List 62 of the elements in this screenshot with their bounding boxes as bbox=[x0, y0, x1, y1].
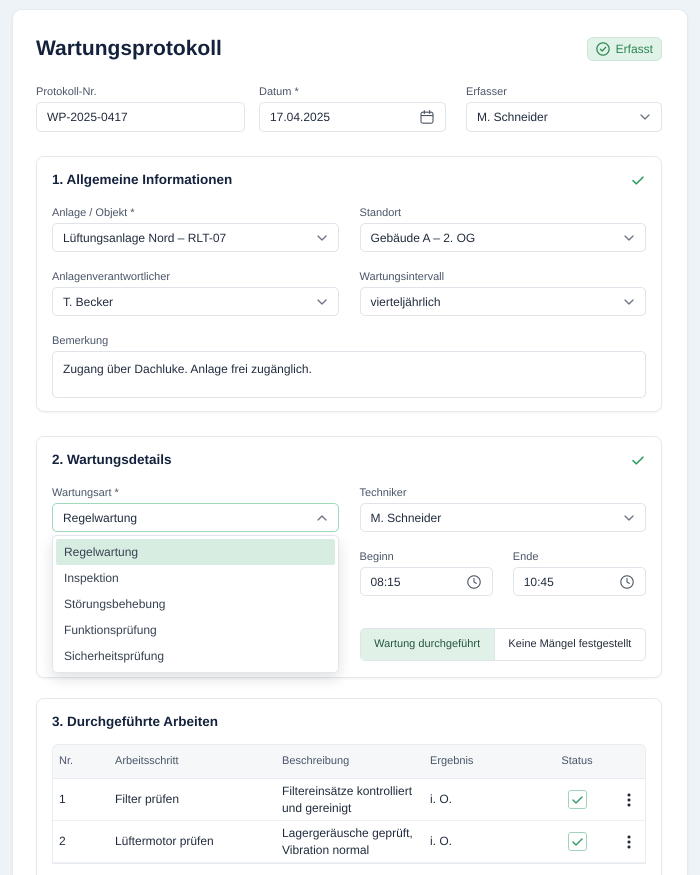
checkmark-icon bbox=[572, 838, 582, 846]
chevron-down-icon bbox=[316, 234, 326, 240]
field-label: Wartungsintervall bbox=[360, 270, 446, 284]
field-label: Datum * bbox=[259, 85, 300, 99]
select-field[interactable]: Gebäude A – 2. OG bbox=[360, 223, 646, 252]
text-area[interactable]: Zugang über Dachluke. Anlage frei zugänglich. bbox=[52, 351, 646, 398]
select-field[interactable]: M. Schneider bbox=[360, 503, 646, 532]
checkbox[interactable] bbox=[568, 790, 586, 809]
dropdown-option[interactable]: Regelwartung bbox=[56, 539, 334, 565]
more-options-icon[interactable] bbox=[626, 834, 630, 848]
field-label: Standort bbox=[360, 206, 402, 220]
select-field[interactable]: vierteljährlich bbox=[360, 287, 646, 316]
table-cell-text: i. O. bbox=[429, 791, 454, 808]
column-header: Arbeitsschritt bbox=[114, 754, 180, 770]
chevron-down-icon bbox=[624, 514, 634, 520]
select-field[interactable]: Lüftungsanlage Nord – RLT-07 bbox=[52, 223, 338, 252]
column-header: Status bbox=[560, 754, 594, 770]
chevron-down-icon bbox=[624, 234, 634, 240]
toggle-button[interactable]: Wartung durchgeführt bbox=[360, 629, 494, 660]
table-cell-text: Filtereinsätze kontrolliert und gereinigt bbox=[281, 782, 414, 816]
calendar-icon bbox=[420, 110, 434, 124]
date-field[interactable]: 17.04.2025 bbox=[259, 102, 446, 132]
column-header: Ergebnis bbox=[429, 754, 474, 770]
time-field[interactable]: 10:45 bbox=[512, 567, 646, 596]
chevron-down-icon bbox=[316, 298, 326, 304]
field-label: Wartungsart * bbox=[52, 486, 120, 500]
select-field[interactable]: Regelwartung bbox=[52, 503, 338, 532]
select-field[interactable]: T. Becker bbox=[52, 287, 338, 316]
field-label: Beginn bbox=[360, 550, 395, 564]
section-title: 1. Allgemeine Informationen bbox=[52, 170, 232, 189]
chevron-up-icon bbox=[316, 514, 326, 520]
select-field[interactable]: M. Schneider bbox=[466, 102, 662, 132]
section-title: 3. Durchgeführte Arbeiten bbox=[52, 712, 218, 731]
page-title: Wartungsprotokoll bbox=[36, 36, 222, 62]
table-cell-text: Filter prüfen bbox=[114, 791, 180, 808]
status-label: Erfasst bbox=[616, 41, 653, 58]
check-circle-icon bbox=[596, 42, 610, 56]
chevron-down-icon bbox=[640, 114, 650, 120]
field-label: Bemerkung bbox=[52, 334, 110, 348]
table-cell-text: i. O. bbox=[429, 833, 454, 850]
checkbox[interactable] bbox=[568, 832, 586, 851]
table-cell-text: 2 bbox=[58, 833, 67, 850]
column-header: Beschreibung bbox=[281, 754, 350, 770]
field-label: Anlagenverantwortlicher bbox=[52, 270, 172, 284]
table-cell-text: 1 bbox=[58, 791, 67, 808]
table-cell-text: Lagergeräusche geprüft, Vibration normal bbox=[281, 824, 414, 858]
more-options-icon[interactable] bbox=[626, 792, 630, 806]
toggle-button[interactable]: Keine Mängel festgestellt bbox=[494, 629, 645, 660]
checkmark-icon bbox=[572, 796, 582, 804]
field-label: Ende bbox=[512, 550, 540, 564]
clock-icon bbox=[466, 574, 481, 588]
column-header: Nr. bbox=[58, 754, 74, 770]
table-cell-text: Lüftermotor prüfen bbox=[114, 833, 215, 850]
chevron-down-icon bbox=[624, 298, 634, 304]
field-label: Anlage / Objekt * bbox=[52, 206, 136, 220]
time-field[interactable]: 08:15 bbox=[360, 567, 493, 596]
field-label: Erfasser bbox=[466, 85, 508, 99]
field-label: Protokoll-Nr. bbox=[36, 85, 98, 99]
section-title: 2. Wartungsdetails bbox=[52, 450, 172, 469]
text-field[interactable]: WP-2025-0417 bbox=[36, 102, 245, 132]
field-label: Techniker bbox=[360, 486, 408, 500]
clock-icon bbox=[620, 574, 634, 588]
